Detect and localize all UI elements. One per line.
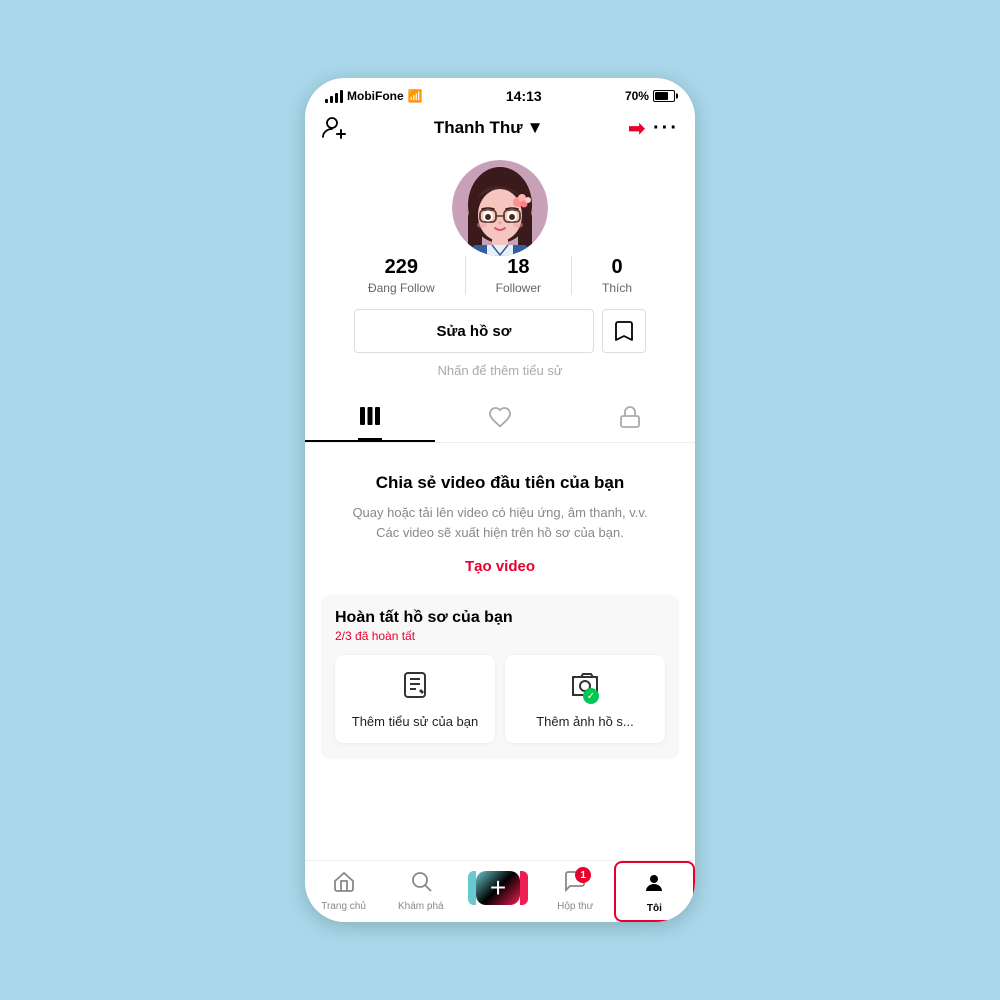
home-label: Trang chủ	[321, 901, 366, 912]
battery-icon	[653, 90, 675, 102]
photo-card-label: Thêm ảnh hồ s...	[536, 714, 634, 729]
bookmark-button[interactable]	[602, 309, 646, 353]
edit-profile-button[interactable]: Sửa hồ sơ	[354, 309, 594, 353]
nav-inbox[interactable]: 1 Hộp thư	[537, 861, 614, 922]
bottom-nav: Trang chủ Khám phá + 1 Hộp thư	[305, 860, 695, 922]
notification-badge: 1	[575, 867, 591, 883]
profile-area: 229 Đang Follow 18 Follower 0 Thích Sửa …	[305, 150, 695, 392]
stats-row: 229 Đang Follow 18 Follower 0 Thích	[321, 256, 679, 295]
tab-videos[interactable]	[305, 392, 435, 442]
following-label: Đang Follow	[368, 281, 435, 295]
nav-right: ➡ ···	[628, 116, 679, 141]
avatar[interactable]	[452, 160, 548, 256]
complete-title: Hoàn tất hồ sơ của bạn	[335, 609, 665, 627]
action-buttons: Sửa hồ sơ	[321, 309, 679, 363]
content-area: Chia sẻ video đầu tiên của bạn Quay hoặc…	[305, 443, 695, 860]
complete-profile-section: Hoàn tất hồ sơ của bạn 2/3 đã hoàn tất T…	[321, 595, 679, 759]
phone-frame: MobiFone 📶 14:13 70% Thanh Thư ▼ ➡ ···	[305, 78, 695, 922]
more-options-icon[interactable]: ···	[653, 117, 679, 140]
tab-private[interactable]	[565, 392, 695, 442]
nav-create[interactable]: +	[459, 863, 536, 922]
status-left: MobiFone 📶	[325, 89, 423, 103]
create-video-button[interactable]: Tạo video	[465, 558, 535, 575]
carrier-name: MobiFone	[347, 89, 404, 103]
signal-icon	[325, 90, 343, 103]
nav-profile[interactable]: Tôi	[614, 861, 695, 922]
empty-description: Quay hoặc tải lên video có hiệu ứng, âm …	[341, 503, 659, 542]
bio-icon-wrap	[399, 669, 431, 706]
photo-icon-wrap: ✓	[569, 669, 601, 706]
empty-state: Chia sẻ video đầu tiên của bạn Quay hoặc…	[321, 473, 679, 595]
search-icon	[409, 869, 433, 899]
check-badge: ✓	[583, 688, 599, 704]
profile-label: Tôi	[647, 903, 662, 914]
inbox-icon: 1	[563, 869, 587, 899]
top-nav: Thanh Thư ▼ ➡ ···	[305, 108, 695, 150]
profile-icon	[642, 871, 666, 901]
explore-label: Khám phá	[398, 901, 444, 912]
status-right: 70%	[625, 89, 675, 103]
status-bar: MobiFone 📶 14:13 70%	[305, 78, 695, 108]
bio-card-label: Thêm tiểu sử của bạn	[352, 714, 479, 729]
follower-stat[interactable]: 18 Follower	[466, 256, 572, 295]
dropdown-icon: ▼	[527, 118, 544, 138]
likes-stat[interactable]: 0 Thích	[572, 256, 662, 295]
complete-card-photo[interactable]: ✓ Thêm ảnh hồ s...	[505, 655, 665, 743]
create-button[interactable]: +	[476, 871, 520, 905]
tabs-row	[305, 392, 695, 443]
likes-count: 0	[611, 256, 622, 279]
nav-home[interactable]: Trang chủ	[305, 861, 382, 922]
home-icon	[332, 869, 356, 899]
complete-cards: Thêm tiểu sử của bạn ✓ Thêm ảnh hồ s...	[335, 655, 665, 743]
username-dropdown[interactable]: Thanh Thư ▼	[434, 118, 544, 138]
nav-explore[interactable]: Khám phá	[382, 861, 459, 922]
inbox-label: Hộp thư	[557, 901, 593, 912]
username-text: Thanh Thư	[434, 118, 523, 138]
complete-subtitle: 2/3 đã hoàn tất	[335, 629, 665, 643]
wifi-icon: 📶	[408, 89, 423, 103]
complete-card-bio[interactable]: Thêm tiểu sử của bạn	[335, 655, 495, 743]
empty-title: Chia sẻ video đầu tiên của bạn	[376, 473, 624, 493]
likes-label: Thích	[602, 281, 632, 295]
follower-label: Follower	[496, 281, 541, 295]
battery-percent: 70%	[625, 89, 649, 103]
arrow-right-icon: ➡	[628, 116, 645, 141]
bio-hint[interactable]: Nhấn để thêm tiểu sử	[437, 363, 562, 378]
following-stat[interactable]: 229 Đang Follow	[338, 256, 466, 295]
following-count: 229	[385, 256, 418, 279]
follower-count: 18	[507, 256, 529, 279]
tab-liked[interactable]	[435, 392, 565, 442]
add-user-button[interactable]	[321, 114, 349, 142]
time-display: 14:13	[506, 88, 542, 104]
